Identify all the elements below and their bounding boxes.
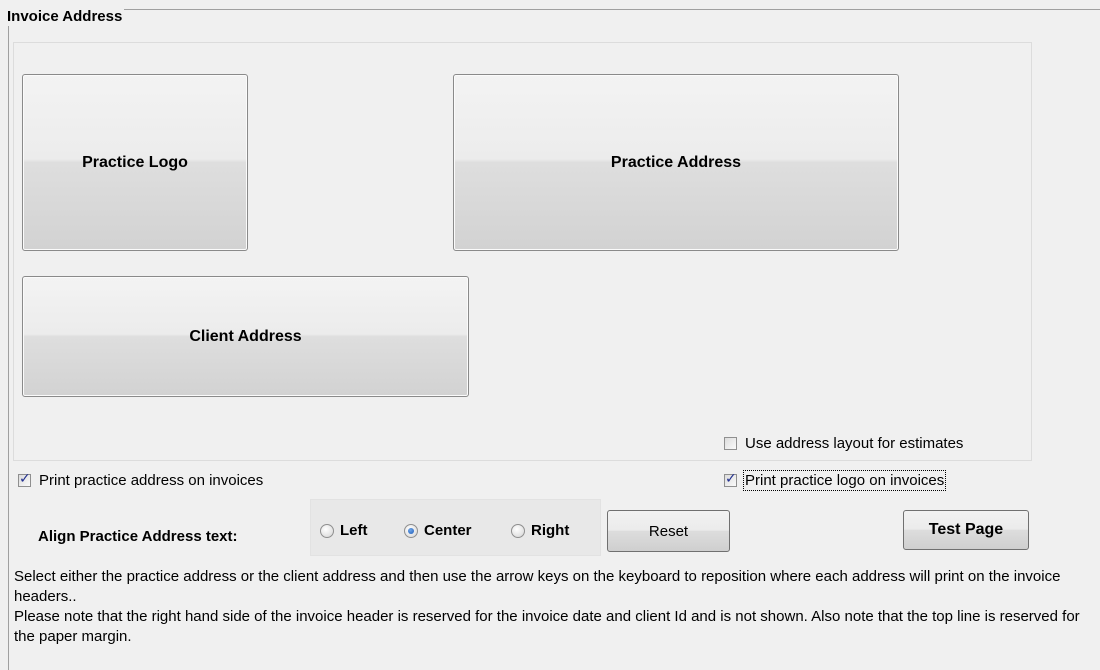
align-right-radio-circle[interactable] bbox=[511, 523, 525, 538]
client-address-region[interactable]: Client Address bbox=[22, 276, 469, 397]
print-practice-logo-checkbox[interactable]: Print practice logo on invoices bbox=[724, 470, 947, 491]
align-left-label: Left bbox=[340, 522, 368, 539]
practice-logo-region[interactable]: Practice Logo bbox=[22, 74, 248, 251]
practice-address-region[interactable]: Practice Address bbox=[453, 74, 899, 251]
test-page-button[interactable]: Test Page bbox=[903, 510, 1029, 550]
use-address-layout-label: Use address layout for estimates bbox=[745, 435, 964, 452]
group-title: Invoice Address bbox=[7, 8, 125, 26]
align-center-label: Center bbox=[424, 522, 472, 539]
print-practice-address-label: Print practice address on invoices bbox=[39, 472, 264, 489]
instructions-text: Select either the practice address or th… bbox=[14, 568, 1061, 605]
reset-button[interactable]: Reset bbox=[607, 510, 730, 552]
align-left-radio-circle[interactable] bbox=[320, 523, 334, 538]
align-right-radio[interactable]: Right bbox=[511, 522, 569, 539]
reset-button-label: Reset bbox=[648, 522, 689, 540]
print-practice-logo-label: Print practice logo on invoices bbox=[742, 470, 947, 491]
test-page-button-label: Test Page bbox=[928, 521, 1004, 538]
align-left-radio[interactable]: Left bbox=[320, 522, 368, 539]
align-address-label: Align Practice Address text: bbox=[38, 528, 238, 545]
use-address-layout-checkbox[interactable]: Use address layout for estimates bbox=[724, 435, 963, 452]
practice-logo-label: Practice Logo bbox=[82, 153, 188, 171]
note-text: Please note that the right hand side of … bbox=[14, 608, 1080, 645]
use-address-layout-box[interactable] bbox=[724, 437, 737, 450]
print-practice-logo-box[interactable] bbox=[724, 471, 737, 487]
alignment-radio-group: Left Center Right bbox=[310, 499, 601, 556]
align-center-radio-circle[interactable] bbox=[404, 523, 418, 538]
print-practice-address-checkbox[interactable]: Print practice address on invoices bbox=[18, 471, 264, 489]
print-practice-address-box[interactable] bbox=[18, 471, 31, 487]
align-right-label: Right bbox=[531, 522, 570, 539]
practice-address-label: Practice Address bbox=[610, 153, 742, 171]
align-center-radio[interactable]: Center bbox=[404, 522, 472, 539]
client-address-label: Client Address bbox=[189, 327, 302, 345]
